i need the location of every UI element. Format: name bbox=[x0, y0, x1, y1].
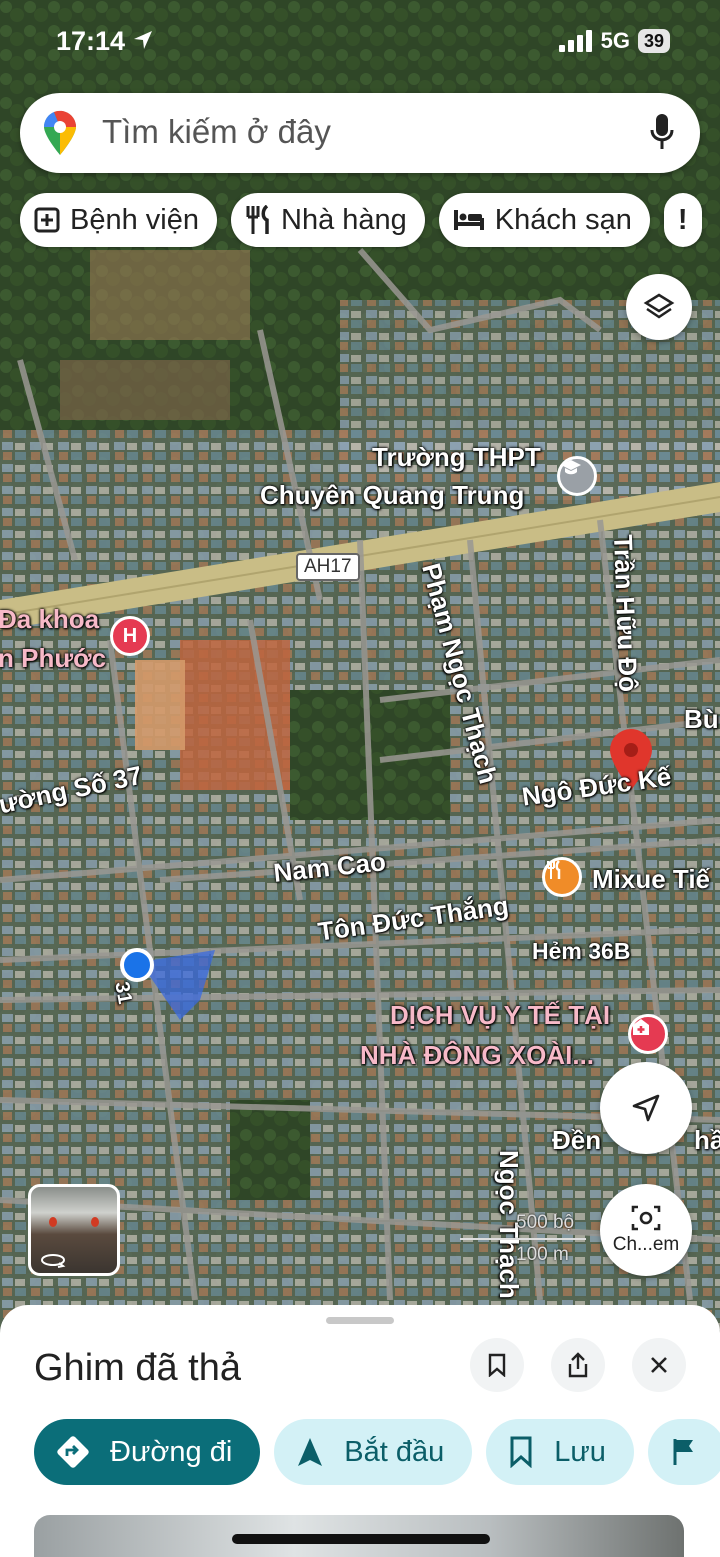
chip-hotel[interactable]: Khách sạn bbox=[438, 193, 650, 247]
category-chips: Bệnh viện Nhà hàng Khách sạn ! bbox=[20, 193, 702, 247]
status-time: 17:14 bbox=[56, 26, 126, 56]
hospital-plus-icon bbox=[34, 207, 60, 233]
map-label-road-31: 31 bbox=[110, 980, 136, 1006]
map-label-dich-vu-y-te: NHÀ ĐÔNG XOÀI... bbox=[360, 1040, 595, 1070]
action-buttons: Đường đi Bắt đầu Lưu bbox=[34, 1419, 720, 1485]
map-label-mixue: Mixue Tiế bbox=[592, 864, 711, 894]
chip-label: Bệnh viện bbox=[70, 203, 199, 236]
sheet-title: Ghim đã thả bbox=[34, 1347, 241, 1389]
location-arrow-icon bbox=[134, 31, 152, 49]
highway-shield: AH17 bbox=[296, 553, 360, 581]
bookmark-icon bbox=[510, 1436, 532, 1468]
navigation-arrow-icon bbox=[632, 1094, 660, 1122]
map-label-school: Chuyên Quang Trung bbox=[260, 480, 525, 510]
directions-icon bbox=[57, 1436, 89, 1468]
drag-handle[interactable] bbox=[326, 1317, 394, 1324]
directions-label: Đường đi bbox=[110, 1435, 233, 1468]
my-location-dot bbox=[120, 948, 154, 982]
chip-label: Khách sạn bbox=[494, 203, 632, 236]
layers-button[interactable] bbox=[626, 274, 692, 340]
close-button[interactable] bbox=[632, 1338, 686, 1392]
camera-lens-icon bbox=[631, 1205, 661, 1231]
layers-icon bbox=[643, 293, 675, 319]
network-type: 5G bbox=[600, 28, 630, 53]
scale-m: 100 m bbox=[516, 1244, 569, 1265]
school-marker-icon[interactable] bbox=[557, 456, 597, 496]
my-location-button[interactable] bbox=[600, 1062, 692, 1154]
restaurant-marker-icon[interactable] bbox=[542, 857, 582, 897]
map-label-den-tail: hầ bbox=[694, 1125, 720, 1155]
map-label-hem-36b: Hẻm 36B bbox=[532, 938, 631, 964]
map-label-hospital: n Phước bbox=[0, 643, 107, 673]
close-icon bbox=[651, 1357, 667, 1373]
more-action-button[interactable] bbox=[647, 1419, 720, 1485]
directions-button[interactable]: Đường đi bbox=[34, 1419, 261, 1485]
map-label-tran-huu-do: Trần Hữu Độ bbox=[608, 534, 644, 693]
status-bar: 17:14 5G 39 bbox=[0, 20, 720, 64]
chip-hospital[interactable]: Bệnh viện bbox=[20, 193, 217, 247]
microphone-icon[interactable] bbox=[650, 113, 674, 151]
restaurant-icon bbox=[246, 205, 269, 234]
battery-icon: 39 bbox=[637, 29, 670, 53]
maps-logo-icon bbox=[43, 110, 77, 155]
home-indicator[interactable] bbox=[232, 1534, 490, 1544]
chip-label: Nhà hàng bbox=[281, 203, 407, 236]
chip-restaurant[interactable]: Nhà hàng bbox=[231, 193, 425, 247]
save-label: Lưu bbox=[554, 1435, 606, 1468]
map-label-school: Trường THPT bbox=[372, 442, 541, 472]
place-bottom-sheet[interactable]: Ghim đã thả Đường đi Bắt đầu Lưu bbox=[0, 1305, 720, 1557]
save-icon-button[interactable] bbox=[470, 1338, 524, 1392]
share-icon bbox=[568, 1352, 588, 1378]
chip-more[interactable]: ! bbox=[663, 193, 702, 247]
map-label-hospital: Đa khoa bbox=[0, 604, 100, 634]
navigate-arrow-icon bbox=[298, 1438, 323, 1466]
bookmark-icon bbox=[488, 1353, 506, 1377]
scale-ft: 500 bộ bbox=[516, 1212, 575, 1233]
hospital-marker-icon[interactable]: H bbox=[110, 616, 150, 656]
search-input[interactable]: Tìm kiếm ở đây bbox=[102, 113, 331, 151]
map-label-den: Đền bbox=[552, 1125, 602, 1155]
start-button[interactable]: Bắt đầu bbox=[274, 1419, 473, 1485]
camera-search-button[interactable]: Ch...em bbox=[600, 1184, 692, 1276]
bed-icon bbox=[453, 210, 484, 230]
flag-icon bbox=[673, 1439, 693, 1465]
map-label-bui: Bù bbox=[684, 704, 719, 734]
rotate-360-icon bbox=[41, 1254, 66, 1268]
search-bar[interactable]: Tìm kiếm ở đây bbox=[20, 93, 700, 173]
save-button[interactable]: Lưu bbox=[486, 1419, 634, 1485]
share-button[interactable] bbox=[551, 1338, 605, 1392]
medical-marker-icon[interactable] bbox=[628, 1014, 668, 1054]
start-label: Bắt đầu bbox=[344, 1435, 445, 1468]
street-view-thumbnail[interactable] bbox=[28, 1184, 120, 1276]
signal-icon bbox=[558, 30, 592, 52]
camera-search-label: Ch...em bbox=[612, 1234, 680, 1255]
map-label-dich-vu-y-te: DỊCH VỤ Y TẾ TẠI bbox=[390, 1000, 611, 1030]
